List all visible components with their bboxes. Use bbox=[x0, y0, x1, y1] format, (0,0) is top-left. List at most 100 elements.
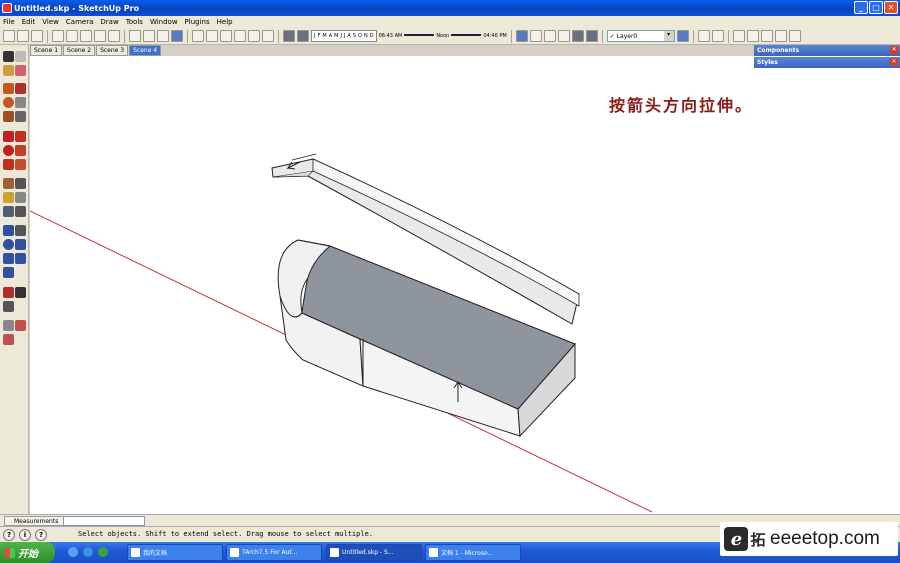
walk-tool-icon[interactable] bbox=[15, 287, 26, 298]
menu-plugins[interactable]: Plugins bbox=[185, 18, 210, 26]
google-earth-icon[interactable] bbox=[774, 30, 787, 42]
new-file-icon[interactable] bbox=[3, 30, 15, 42]
shaded-textures-icon[interactable] bbox=[571, 30, 584, 42]
copy-icon[interactable] bbox=[80, 30, 92, 42]
desktop-quicklaunch-icon[interactable] bbox=[68, 547, 78, 557]
geo-location-icon[interactable]: ? bbox=[3, 529, 15, 541]
credits-icon[interactable]: i bbox=[19, 529, 31, 541]
open-file-icon[interactable] bbox=[17, 30, 29, 42]
section-plane-icon[interactable] bbox=[3, 320, 14, 331]
minimize-button[interactable]: _ bbox=[854, 1, 868, 14]
position-camera-icon[interactable] bbox=[3, 287, 14, 298]
close-icon[interactable]: ✕ bbox=[890, 58, 898, 66]
top-view-icon[interactable] bbox=[206, 30, 218, 42]
shadow-settings-icon[interactable] bbox=[283, 30, 295, 42]
text-tool-icon[interactable] bbox=[15, 192, 26, 203]
circle-tool-icon[interactable] bbox=[3, 97, 14, 108]
menu-view[interactable]: View bbox=[42, 18, 59, 26]
toggle-terrain-icon[interactable] bbox=[788, 30, 801, 42]
maximize-button[interactable]: □ bbox=[869, 1, 883, 14]
print-icon[interactable] bbox=[157, 30, 169, 42]
get-photo-icon[interactable] bbox=[760, 30, 773, 42]
make-component-icon[interactable] bbox=[15, 51, 26, 62]
eraser-icon[interactable] bbox=[15, 65, 26, 76]
paint-bucket-icon[interactable] bbox=[3, 65, 14, 76]
wireframe-icon[interactable] bbox=[529, 30, 542, 42]
shaded-icon[interactable] bbox=[557, 30, 570, 42]
start-button[interactable]: 开始 bbox=[0, 542, 55, 563]
zoom-window-icon[interactable] bbox=[15, 239, 26, 250]
menu-file[interactable]: File bbox=[3, 18, 15, 26]
select-arrow-icon[interactable] bbox=[52, 30, 64, 42]
hidden-line-icon[interactable] bbox=[543, 30, 556, 42]
left-view-icon[interactable] bbox=[262, 30, 274, 42]
close-icon[interactable]: ✕ bbox=[890, 46, 898, 54]
menu-window[interactable]: Window bbox=[150, 18, 178, 26]
layer-select[interactable]: ✓ Layer0 ▾ bbox=[606, 30, 675, 42]
monochrome-icon[interactable] bbox=[585, 30, 598, 42]
styles-panel[interactable]: Styles ✕ bbox=[754, 57, 900, 68]
share-model-icon[interactable] bbox=[746, 30, 759, 42]
3d-viewport[interactable]: 按箭头方向拉伸。 bbox=[30, 56, 900, 514]
rectangle-tool-icon[interactable] bbox=[3, 83, 14, 94]
task-sketchup[interactable]: Untitled.skp - S... bbox=[326, 544, 422, 561]
warehouse-icon[interactable] bbox=[732, 30, 745, 42]
erase-icon[interactable] bbox=[108, 30, 120, 42]
polygon-tool-icon[interactable] bbox=[3, 111, 14, 122]
axes-tool-icon[interactable] bbox=[3, 206, 14, 217]
sandbox-2-icon[interactable] bbox=[711, 30, 724, 42]
3d-text-icon[interactable] bbox=[15, 206, 26, 217]
scale-tool-icon[interactable] bbox=[3, 159, 14, 170]
time-slider[interactable] bbox=[404, 34, 435, 38]
time-slider-2[interactable] bbox=[451, 34, 482, 38]
shadow-month-slider[interactable]: J F M A M J J A S O N D bbox=[311, 30, 377, 42]
display-shadows-icon[interactable] bbox=[297, 30, 309, 42]
tab-scene-2[interactable]: Scene 2 bbox=[63, 45, 96, 56]
tab-scene-3[interactable]: Scene 3 bbox=[96, 45, 129, 56]
close-button[interactable]: ✕ bbox=[884, 1, 898, 14]
task-tarch[interactable]: TArch7.5 For Aut... bbox=[226, 544, 322, 561]
next-view-icon[interactable] bbox=[15, 253, 26, 264]
browser-quicklaunch-icon[interactable] bbox=[83, 547, 93, 557]
menu-draw[interactable]: Draw bbox=[100, 18, 118, 26]
select-tool-icon[interactable] bbox=[3, 51, 14, 62]
offset-tool-icon[interactable] bbox=[15, 159, 26, 170]
arc-tool-icon[interactable] bbox=[15, 97, 26, 108]
pan-tool-icon[interactable] bbox=[15, 225, 26, 236]
title-bar[interactable]: Untitled.skp - SketchUp Pro _ □ ✕ bbox=[0, 0, 900, 16]
tab-scene-1[interactable]: Scene 1 bbox=[30, 45, 63, 56]
task-my-documents[interactable]: 我的文档 bbox=[127, 544, 223, 561]
tab-scene-4[interactable]: Scene 4 bbox=[129, 45, 162, 56]
dimension-tool-icon[interactable] bbox=[15, 178, 26, 189]
layer-manager-icon[interactable] bbox=[676, 30, 689, 42]
tape-measure-icon[interactable] bbox=[3, 178, 14, 189]
chevron-down-icon[interactable]: ▾ bbox=[663, 31, 674, 41]
task-word[interactable]: 文档 1 - Microso... bbox=[425, 544, 521, 561]
right-view-icon[interactable] bbox=[234, 30, 246, 42]
orbit-tool-icon[interactable] bbox=[3, 225, 14, 236]
measurements-input[interactable] bbox=[63, 516, 145, 526]
menu-tools[interactable]: Tools bbox=[126, 18, 143, 26]
push-pull-icon[interactable] bbox=[15, 131, 26, 142]
menu-camera[interactable]: Camera bbox=[66, 18, 93, 26]
redo-icon[interactable] bbox=[143, 30, 155, 42]
zoom-tool-icon[interactable] bbox=[3, 239, 14, 250]
instructor-icon[interactable]: ? bbox=[35, 529, 47, 541]
model-info-icon[interactable] bbox=[171, 30, 183, 42]
components-panel[interactable]: Components ✕ bbox=[754, 45, 900, 56]
line-tool-icon[interactable] bbox=[15, 83, 26, 94]
media-quicklaunch-icon[interactable] bbox=[98, 547, 108, 557]
iso-view-icon[interactable] bbox=[192, 30, 204, 42]
display-section-icon[interactable] bbox=[15, 320, 26, 331]
undo-icon[interactable] bbox=[129, 30, 141, 42]
paste-icon[interactable] bbox=[94, 30, 106, 42]
menu-edit[interactable]: Edit bbox=[22, 18, 36, 26]
xray-icon[interactable] bbox=[515, 30, 528, 42]
zoom-extents-icon[interactable] bbox=[3, 267, 14, 278]
previous-view-icon[interactable] bbox=[3, 253, 14, 264]
freehand-tool-icon[interactable] bbox=[15, 111, 26, 122]
move-tool-icon[interactable] bbox=[3, 131, 14, 142]
protractor-icon[interactable] bbox=[3, 192, 14, 203]
cut-icon[interactable] bbox=[66, 30, 78, 42]
section-cuts-icon[interactable] bbox=[3, 334, 14, 345]
